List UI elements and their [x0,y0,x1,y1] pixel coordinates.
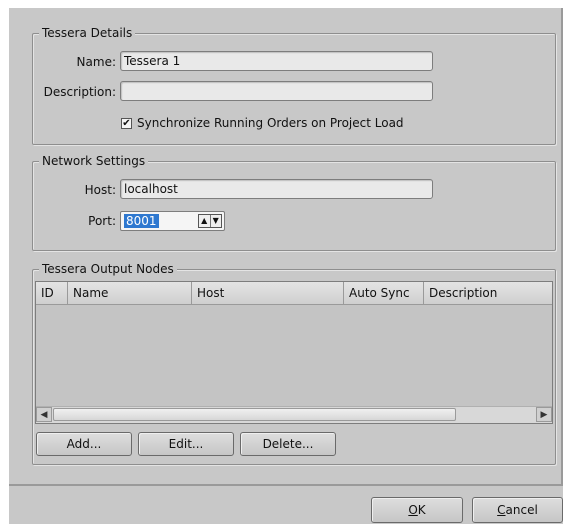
column-header-id[interactable]: ID [36,282,68,304]
tessera-details-group: Tessera Details Name: Tessera 1 Descript… [32,25,556,145]
tessera-settings-dialog: Tessera Details Name: Tessera 1 Descript… [9,8,563,524]
ok-label-rest: K [417,503,426,517]
list-header: ID Name Host Auto Sync Description [36,282,552,305]
host-label: Host: [84,183,116,197]
caret-up-icon[interactable]: ▲ [199,215,210,227]
add-node-button[interactable]: Add... [36,432,132,456]
description-field[interactable] [120,81,433,101]
port-value[interactable]: 8001 [124,214,159,228]
port-label: Port: [88,214,116,228]
host-field[interactable]: localhost [120,179,433,199]
scroll-right-icon[interactable]: ▶ [536,407,552,422]
name-field[interactable]: Tessera 1 [120,51,433,71]
column-header-host[interactable]: Host [192,282,344,304]
network-settings-group: Network Settings Host: localhost Port: 8… [32,153,556,251]
sync-label[interactable]: Synchronize Running Orders on Project Lo… [137,115,404,131]
output-nodes-list[interactable]: ID Name Host Auto Sync Description ◀ ▶ [35,281,553,424]
output-nodes-legend: Tessera Output Nodes [39,261,177,277]
horizontal-scrollbar[interactable]: ◀ ▶ [36,406,552,423]
name-label: Name: [76,55,116,69]
check-icon: ✔ [122,118,131,129]
port-spin-buttons[interactable]: ▲ ▼ [198,214,222,228]
edit-node-button[interactable]: Edit... [138,432,234,456]
network-settings-legend: Network Settings [39,153,149,169]
tessera-details-legend: Tessera Details [39,25,136,41]
caret-down-icon[interactable]: ▼ [209,215,222,227]
description-label: Description: [43,85,116,99]
sync-checkbox[interactable]: ✔ [121,118,132,129]
scrollbar-thumb[interactable] [53,408,456,421]
ok-button[interactable]: OK [371,497,463,523]
column-header-auto-sync[interactable]: Auto Sync [344,282,424,304]
cancel-mnemonic: C [497,503,506,517]
column-header-description[interactable]: Description [424,282,552,304]
column-header-name[interactable]: Name [68,282,192,304]
ok-mnemonic: O [408,503,418,517]
cancel-button[interactable]: Cancel [472,497,563,523]
delete-node-button[interactable]: Delete... [240,432,336,456]
scroll-left-icon[interactable]: ◀ [36,407,52,422]
port-spinbox[interactable]: 8001 ▲ ▼ [120,211,225,231]
output-nodes-group: Tessera Output Nodes ID Name Host Auto S… [32,261,556,465]
cancel-label-rest: ancel [505,503,538,517]
dialog-content: Tessera Details Name: Tessera 1 Descript… [9,8,563,486]
